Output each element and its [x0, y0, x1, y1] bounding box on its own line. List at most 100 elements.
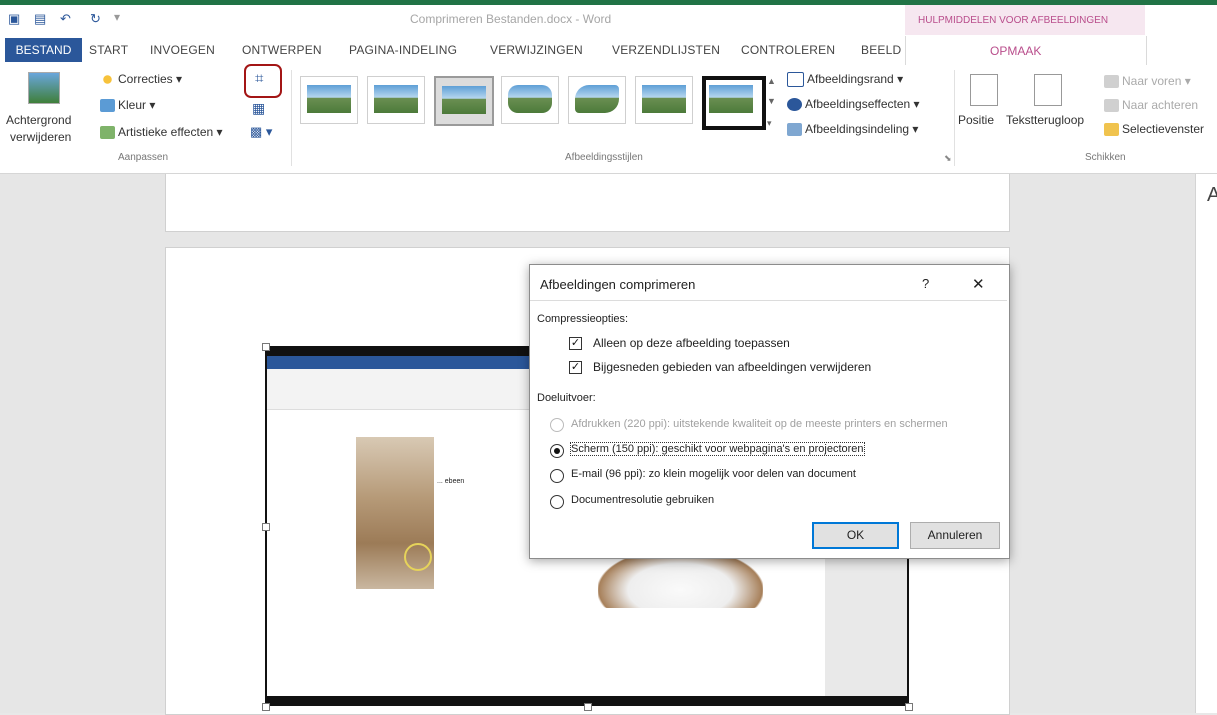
remove-background-label-2[interactable]: verwijderen — [10, 130, 71, 144]
tab-verwijzingen[interactable]: VERWIJZINGEN — [490, 43, 583, 57]
group-separator — [954, 70, 955, 166]
embedded-text: ... ebeen — [437, 478, 465, 485]
pencil-icon — [787, 72, 804, 88]
word-icon: ▣ — [8, 11, 21, 26]
gallery-up-icon[interactable]: ▲ — [767, 76, 776, 86]
selection-pane-label: Selectievenster — [1122, 122, 1205, 136]
radio-email[interactable] — [550, 469, 564, 483]
group-label-stijlen: Afbeeldingsstijlen — [565, 152, 643, 163]
picture-style-7[interactable] — [702, 76, 766, 130]
bring-forward-icon — [1104, 75, 1119, 89]
corrections-label: Correcties — [118, 72, 173, 86]
close-icon[interactable]: ✕ — [972, 275, 985, 293]
send-backward-button[interactable]: Naar achteren — [1104, 98, 1199, 113]
tab-invoegen[interactable]: INVOEGEN — [150, 43, 215, 57]
right-task-pane — [1195, 174, 1217, 713]
bring-forward-button[interactable]: Naar voren ▾ — [1104, 74, 1191, 89]
compress-options-header: Compressieopties: — [537, 313, 629, 325]
resize-handle[interactable] — [262, 343, 270, 351]
remove-background-icon[interactable] — [28, 72, 60, 104]
qat-customize-icon[interactable]: ▾ — [114, 10, 120, 24]
send-backward-label: Naar achteren — [1122, 98, 1199, 112]
picture-style-5[interactable] — [568, 76, 626, 124]
task-pane-heading: A — [1207, 184, 1217, 206]
checkbox-apply-only-this-label[interactable]: Alleen op deze afbeelding toepassen — [593, 336, 790, 350]
picture-effects-label: Afbeeldingseffecten — [805, 97, 911, 111]
target-output-header: Doeluitvoer: — [537, 392, 596, 404]
artistic-label: Artistieke effecten — [118, 125, 214, 139]
change-picture-icon[interactable]: ▦ — [252, 100, 265, 117]
reset-picture-icon[interactable]: ▩ ▾ — [250, 124, 272, 140]
window-title: Comprimeren Bestanden.docx - Word — [410, 12, 612, 26]
radio-print[interactable] — [550, 418, 564, 432]
position-label[interactable]: Positie — [958, 113, 994, 127]
picture-effects-button[interactable]: Afbeeldingseffecten ▾ — [787, 97, 920, 112]
resize-handle[interactable] — [905, 703, 913, 711]
picture-style-1[interactable] — [300, 76, 358, 124]
radio-document-resolution[interactable] — [550, 495, 564, 509]
radio-screen[interactable] — [550, 444, 564, 458]
gallery-more-icon[interactable]: ▾ — [767, 118, 772, 129]
compress-pictures-icon: ⌗ — [255, 70, 264, 87]
tab-opmaak-label: OPMAAK — [990, 44, 1042, 58]
cancel-button[interactable]: Annuleren — [910, 522, 1000, 549]
group-separator — [291, 70, 292, 166]
resize-handle[interactable] — [262, 703, 270, 711]
remove-background-label-1[interactable]: Achtergrond — [6, 113, 71, 127]
group-label-aanpassen: Aanpassen — [118, 152, 169, 163]
group-label-schikken: Schikken — [1085, 152, 1126, 163]
dialog-title: Afbeeldingen comprimeren — [540, 277, 696, 292]
color-label: Kleur — [118, 98, 147, 112]
picture-layout-label: Afbeeldingsindeling — [805, 122, 910, 136]
color-icon — [100, 99, 115, 113]
tab-controleren[interactable]: CONTROLEREN — [741, 43, 835, 57]
position-icon[interactable] — [970, 74, 998, 106]
redo-icon[interactable]: ↻ — [90, 11, 101, 27]
picture-border-button[interactable]: Afbeeldingsrand ▾ — [787, 72, 903, 88]
checkbox-apply-only-this[interactable]: ✓ — [569, 337, 582, 350]
checkbox-delete-cropped[interactable]: ✓ — [569, 361, 582, 374]
bring-forward-label: Naar voren — [1122, 74, 1182, 88]
picture-style-4[interactable] — [501, 76, 559, 124]
sun-icon — [100, 73, 115, 87]
radio-email-label[interactable]: E-mail (96 ppi): zo klein mogelijk voor … — [571, 468, 856, 480]
checkbox-delete-cropped-label[interactable]: Bijgesneden gebieden van afbeeldingen ve… — [593, 360, 871, 374]
document-page-1[interactable] — [165, 174, 1010, 232]
artistic-icon — [100, 126, 115, 140]
picture-layout-button[interactable]: Afbeeldingsindeling ▾ — [787, 122, 918, 137]
dialog-divider — [530, 300, 1007, 301]
selection-pane-icon — [1104, 123, 1119, 137]
color-button[interactable]: Kleur ▾ — [100, 98, 155, 113]
undo-icon[interactable]: ↶ — [60, 11, 71, 27]
resize-handle[interactable] — [262, 523, 270, 531]
radio-screen-label[interactable]: Scherm (150 ppi): geschikt voor webpagin… — [570, 442, 865, 456]
tab-ontwerpen[interactable]: ONTWERPEN — [242, 43, 322, 57]
context-tab-header-label: HULPMIDDELEN VOOR AFBEELDINGEN — [918, 15, 1109, 26]
tab-verzendlijsten[interactable]: VERZENDLIJSTEN — [612, 43, 720, 57]
tab-pagina-indeling[interactable]: PAGINA-INDELING — [349, 43, 457, 57]
dialog-launcher-icon[interactable]: ⬊ — [944, 153, 952, 164]
picture-style-2[interactable] — [367, 76, 425, 124]
wrap-text-icon[interactable] — [1034, 74, 1062, 106]
save-icon[interactable]: ▤ — [34, 11, 46, 27]
picture-style-6[interactable] — [635, 76, 693, 124]
click-indicator-ring — [404, 543, 432, 571]
tab-beeld[interactable]: BEELD — [861, 43, 901, 57]
ok-button[interactable]: OK — [812, 522, 899, 549]
corrections-button[interactable]: Correcties ▾ — [100, 72, 182, 87]
radio-print-label[interactable]: Afdrukken (220 ppi): uitstekende kwalite… — [571, 418, 948, 430]
tab-bestand[interactable]: BESTAND — [5, 38, 82, 62]
gallery-down-icon[interactable]: ▼ — [767, 96, 776, 106]
compress-pictures-dialog — [529, 264, 1010, 559]
layout-icon — [787, 123, 802, 137]
help-icon[interactable]: ? — [922, 276, 929, 291]
picture-style-3[interactable] — [434, 76, 494, 126]
tab-start[interactable]: START — [89, 43, 128, 57]
wrap-text-label[interactable]: Tekstterugloop — [1006, 113, 1084, 127]
radio-document-resolution-label[interactable]: Documentresolutie gebruiken — [571, 494, 714, 506]
send-backward-icon — [1104, 99, 1119, 113]
compress-pictures-button[interactable]: ⌗ — [244, 64, 282, 98]
resize-handle[interactable] — [584, 703, 592, 711]
artistic-effects-button[interactable]: Artistieke effecten ▾ — [100, 125, 223, 140]
selection-pane-button[interactable]: Selectievenster — [1104, 122, 1205, 137]
